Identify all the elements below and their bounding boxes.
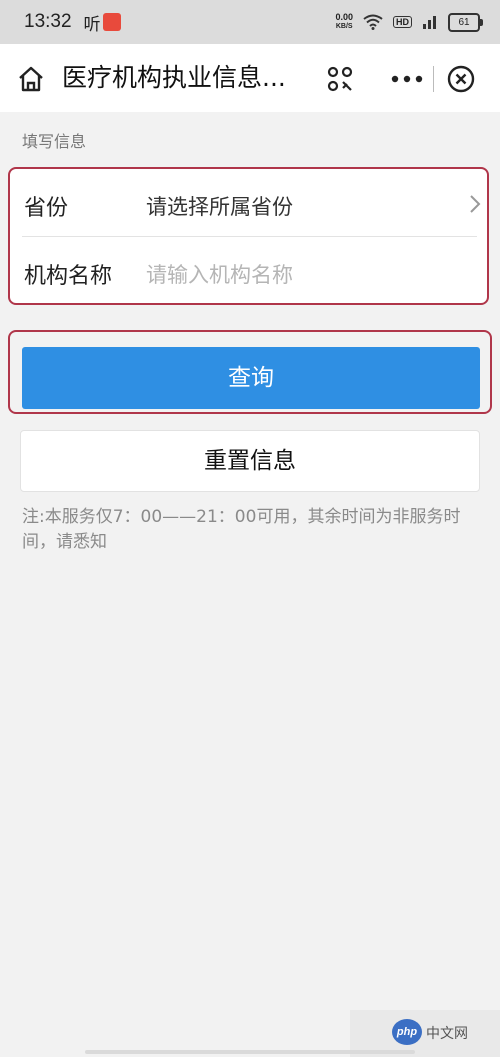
network-speed-unit: KB/S: [335, 23, 353, 30]
wifi-icon: [363, 14, 383, 30]
chevron-right-icon: [470, 195, 481, 213]
scan-icon[interactable]: [327, 66, 353, 92]
province-label: 省份: [24, 196, 69, 221]
province-select[interactable]: 请选择所属省份: [146, 191, 293, 221]
nav-divider: [433, 66, 434, 92]
page-title: 医疗机构执业信息...: [62, 63, 286, 92]
status-bar: 13:32 听 0.00 KB/S HD 61: [0, 0, 500, 44]
home-icon[interactable]: [16, 64, 46, 94]
section-label: 填写信息: [22, 132, 87, 151]
province-row[interactable]: 省份 请选择所属省份: [10, 169, 487, 237]
status-app-label: 听: [83, 14, 101, 34]
more-icon[interactable]: [390, 66, 424, 92]
institution-row: 机构名称 请输入机构名称: [10, 237, 487, 305]
institution-name-input[interactable]: 请输入机构名称: [146, 259, 293, 289]
home-indicator: [85, 1050, 415, 1054]
signal-icon: [423, 16, 436, 29]
query-highlight: 查询: [8, 330, 492, 414]
nav-bar: 医疗机构执业信息...: [0, 44, 500, 112]
status-time: 13:32: [24, 11, 72, 32]
reset-button[interactable]: 重置信息: [20, 430, 480, 492]
service-notice: 注:本服务仅7：00——21：00可用，其余时间为非服务时间，请悉知: [22, 507, 461, 552]
network-speed-value: 0.00: [335, 12, 353, 22]
status-indicators: 0.00 KB/S HD 61: [335, 12, 483, 32]
hd-badge: HD: [393, 16, 412, 28]
app-notification-icon: [102, 13, 121, 31]
close-icon[interactable]: [446, 64, 476, 94]
network-speed: 0.00 KB/S: [335, 13, 353, 31]
watermark-logo: php: [392, 1019, 422, 1045]
battery-icon: 61: [448, 12, 483, 32]
institution-label: 机构名称: [24, 264, 113, 289]
form-card: 省份 请选择所属省份 机构名称 请输入机构名称: [8, 167, 489, 305]
query-button[interactable]: 查询: [22, 347, 480, 409]
watermark-text: 中文网: [426, 1026, 468, 1042]
